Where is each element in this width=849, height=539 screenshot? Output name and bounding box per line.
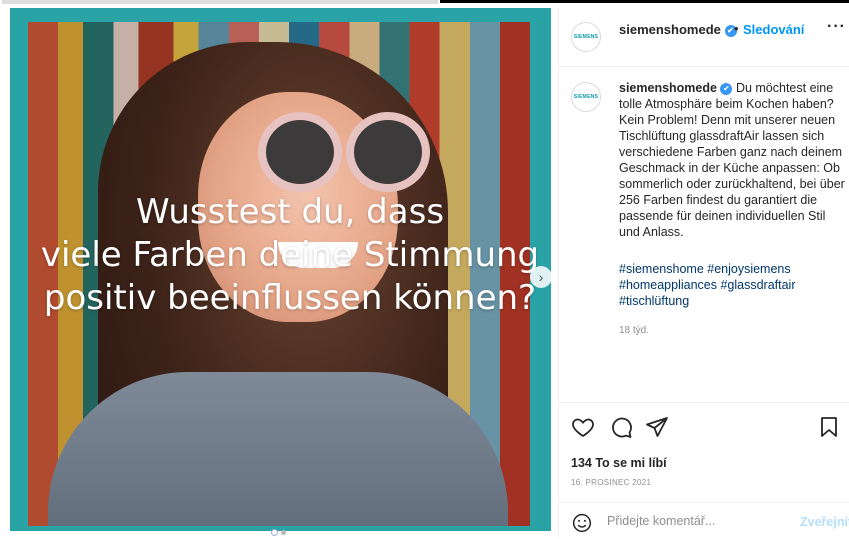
verified-badge-icon: ✔ [720, 83, 733, 95]
caption-hashtags[interactable]: #siemenshome #enjoysiemens #homeapplianc… [619, 261, 849, 309]
username-text[interactable]: siemenshomede [619, 22, 721, 37]
caption-username[interactable]: siemenshomede [619, 81, 717, 95]
caption-age: 18 týd. [619, 325, 650, 336]
post-media[interactable]: Wusstest du, dass viele Farben deine Sti… [10, 8, 551, 531]
avatar[interactable]: SIEMENS [571, 22, 601, 52]
more-options-icon[interactable]: ··· [827, 18, 846, 36]
separator-dot: • [734, 21, 739, 36]
smiley-icon[interactable] [572, 513, 592, 538]
top-fragment [2, 0, 438, 4]
top-link-underline [440, 0, 849, 3]
chevron-right-icon[interactable]: › [530, 266, 552, 288]
post-caption: siemenshomede ✔ Du möchtest eine tolle A… [619, 80, 849, 240]
post-side-panel: SIEMENS siemenshomede ✔ • Sledování ··· … [558, 8, 849, 538]
follow-button[interactable]: Sledování [743, 22, 804, 37]
post-comment-button[interactable]: Zveřejnit [800, 515, 849, 529]
post-header: SIEMENS siemenshomede ✔ • Sledování ··· [559, 8, 849, 67]
carousel-indicator [272, 530, 286, 535]
caption-avatar[interactable]: SIEMENS [571, 82, 601, 112]
like-count[interactable]: 134 To se mi líbí [571, 456, 667, 470]
carousel-dot-active [272, 530, 277, 535]
action-bar [559, 402, 849, 453]
overlay-line: Wusstest du, dass [135, 192, 445, 232]
photo-shirt [48, 372, 508, 526]
carousel-dot [281, 530, 286, 535]
send-icon[interactable] [645, 415, 669, 444]
caption-text: Du möchtest eine tolle Atmosphäre beim K… [619, 81, 845, 239]
comment-input[interactable] [607, 514, 787, 528]
comment-icon[interactable] [609, 415, 633, 444]
overlay-line: positiv beeinflussen können? [43, 278, 537, 318]
overlay-line: viele Farben deine Stimmung [40, 235, 540, 275]
header-username[interactable]: siemenshomede ✔ [619, 22, 737, 37]
photo-sunglasses [258, 112, 430, 192]
heart-icon[interactable] [571, 415, 595, 444]
post-date: 16. PROSINEC 2021 [571, 478, 652, 487]
comment-bar: Zveřejnit [559, 502, 849, 539]
bookmark-icon[interactable] [817, 415, 841, 444]
media-overlay-text: Wusstest du, dass viele Farben deine Sti… [40, 191, 540, 320]
